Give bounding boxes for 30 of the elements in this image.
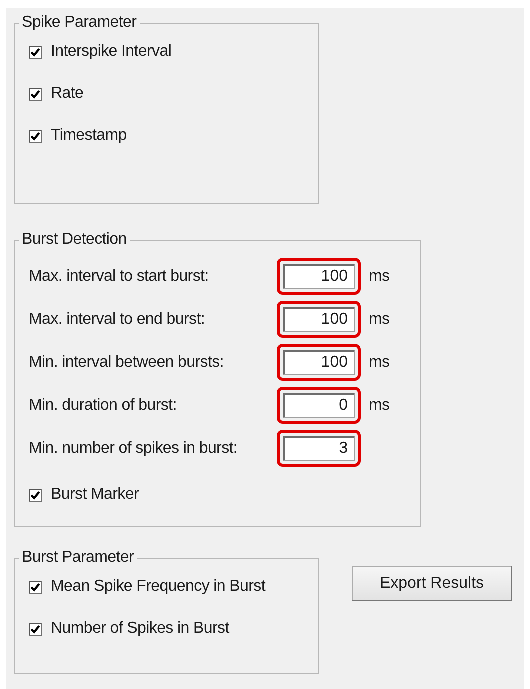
- checkbox-label: Timestamp: [51, 127, 127, 145]
- unit-label: ms: [369, 310, 390, 328]
- unit-label: ms: [369, 396, 390, 414]
- checkbox-label: Number of Spikes in Burst: [51, 620, 230, 638]
- input-field[interactable]: 100: [283, 307, 355, 332]
- checkbox-label: Rate: [51, 85, 84, 103]
- input-field[interactable]: 3: [283, 436, 355, 461]
- checkbox-label: Interspike Interval: [51, 43, 172, 61]
- checkbox[interactable]: [29, 580, 42, 594]
- checkbox[interactable]: [29, 488, 42, 502]
- input-field[interactable]: 0: [283, 393, 355, 418]
- field-label: Min. number of spikes in burst:: [29, 440, 239, 458]
- checkbox[interactable]: [29, 130, 42, 142]
- checkbox[interactable]: [29, 46, 42, 58]
- input-field[interactable]: 100: [283, 350, 355, 375]
- export-results-button[interactable]: Export Results: [352, 566, 512, 601]
- group-title: Burst Detection: [21, 231, 128, 249]
- field-label: Max. interval to start burst:: [29, 268, 210, 286]
- checkbox-label: Mean Spike Frequency in Burst: [51, 578, 266, 596]
- checkbox-label: Burst Marker: [51, 486, 139, 504]
- unit-label: ms: [369, 354, 390, 372]
- field-label: Max. interval to end burst:: [29, 310, 206, 328]
- field-label: Min. interval between bursts:: [29, 354, 225, 372]
- checkbox[interactable]: [29, 88, 42, 100]
- input-field[interactable]: 100: [283, 264, 355, 289]
- unit-label: ms: [369, 268, 390, 286]
- group-title: Burst Parameter: [21, 549, 135, 567]
- group-title: Spike Parameter: [21, 14, 138, 32]
- checkbox[interactable]: [29, 622, 42, 636]
- field-label: Min. duration of burst:: [29, 396, 178, 414]
